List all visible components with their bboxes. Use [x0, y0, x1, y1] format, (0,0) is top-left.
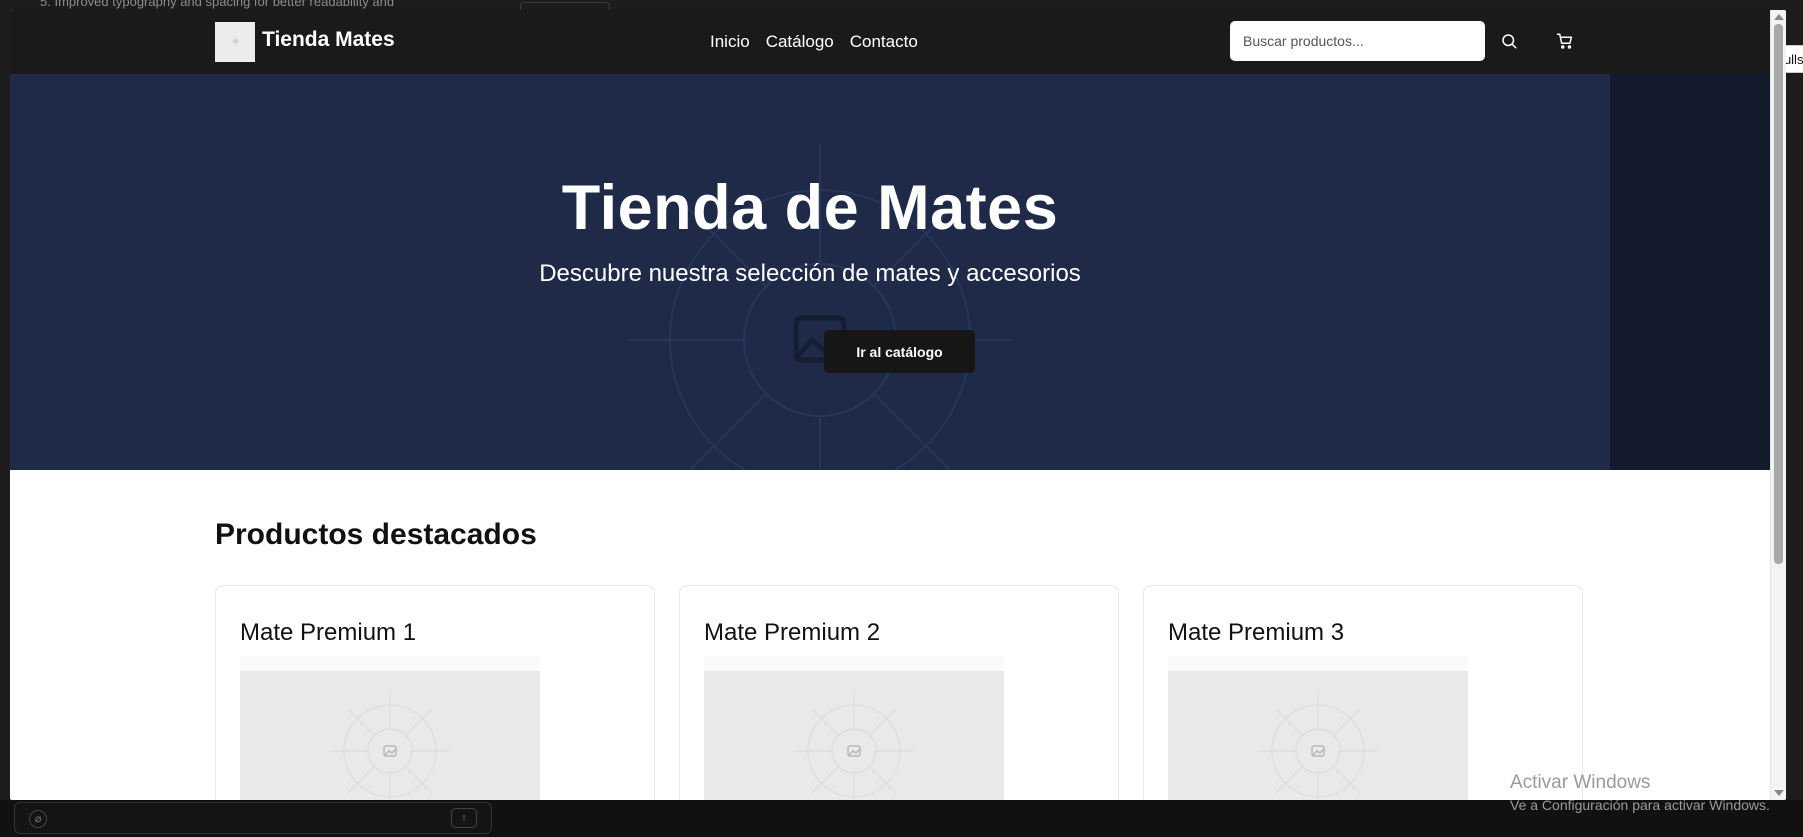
image-placeholder-icon [330, 691, 450, 800]
product-image[interactable] [704, 671, 1004, 800]
vertical-scrollbar[interactable] [1770, 10, 1786, 800]
chat-input-panel: ⌀ ↑ [14, 802, 492, 834]
scrollbar-thumb[interactable] [1774, 24, 1783, 564]
windows-activation-title: Activar Windows [1510, 772, 1651, 793]
go-to-catalog-button[interactable]: Ir al catálogo [824, 330, 975, 373]
scroll-down-icon[interactable] [1774, 790, 1784, 796]
hero-banner: Tienda de Mates Descubre nuestra selecci… [10, 74, 1770, 470]
attach-icon[interactable]: ⌀ [29, 810, 47, 828]
nav-link-inicio[interactable]: Inicio [710, 32, 750, 52]
product-card[interactable]: Mate Premium 3 [1143, 585, 1583, 800]
image-placeholder-icon [1258, 691, 1378, 800]
nav-link-catalogo[interactable]: Catálogo [766, 32, 834, 52]
search-input[interactable] [1230, 21, 1485, 61]
product-title[interactable]: Mate Premium 2 [704, 619, 880, 647]
product-card[interactable]: Mate Premium 1 [215, 585, 655, 800]
logo-image[interactable]: ✦ [215, 22, 255, 62]
hero-subtitle: Descubre nuestra selección de mates y ac… [539, 260, 1081, 287]
send-icon[interactable]: ↑ [451, 808, 477, 828]
product-title[interactable]: Mate Premium 1 [240, 619, 416, 647]
product-title[interactable]: Mate Premium 3 [1168, 619, 1344, 647]
product-image[interactable] [240, 671, 540, 800]
product-card[interactable]: Mate Premium 2 [679, 585, 1119, 800]
featured-products-heading: Productos destacados [215, 518, 537, 551]
hero-title: Tienda de Mates [561, 173, 1059, 243]
preview-frame: ✦ Tienda Mates Inicio Catálogo Contacto [10, 10, 1786, 800]
logo-placeholder-icon: ✦ [230, 34, 241, 49]
main-nav: Inicio Catálogo Contacto [710, 32, 918, 52]
search-icon[interactable] [1500, 32, 1522, 54]
image-placeholder-icon [794, 691, 914, 800]
site-header: ✦ Tienda Mates Inicio Catálogo Contacto [10, 10, 1770, 74]
windows-activation-subtitle: Ve a Configuración para activar Windows. [1510, 797, 1770, 813]
brand-name[interactable]: Tienda Mates [262, 28, 395, 52]
product-image[interactable] [1168, 671, 1468, 800]
nav-link-contacto[interactable]: Contacto [850, 32, 918, 52]
scroll-up-icon[interactable] [1774, 14, 1784, 20]
hero-side-panel [1610, 74, 1770, 470]
cart-icon[interactable] [1556, 32, 1578, 54]
